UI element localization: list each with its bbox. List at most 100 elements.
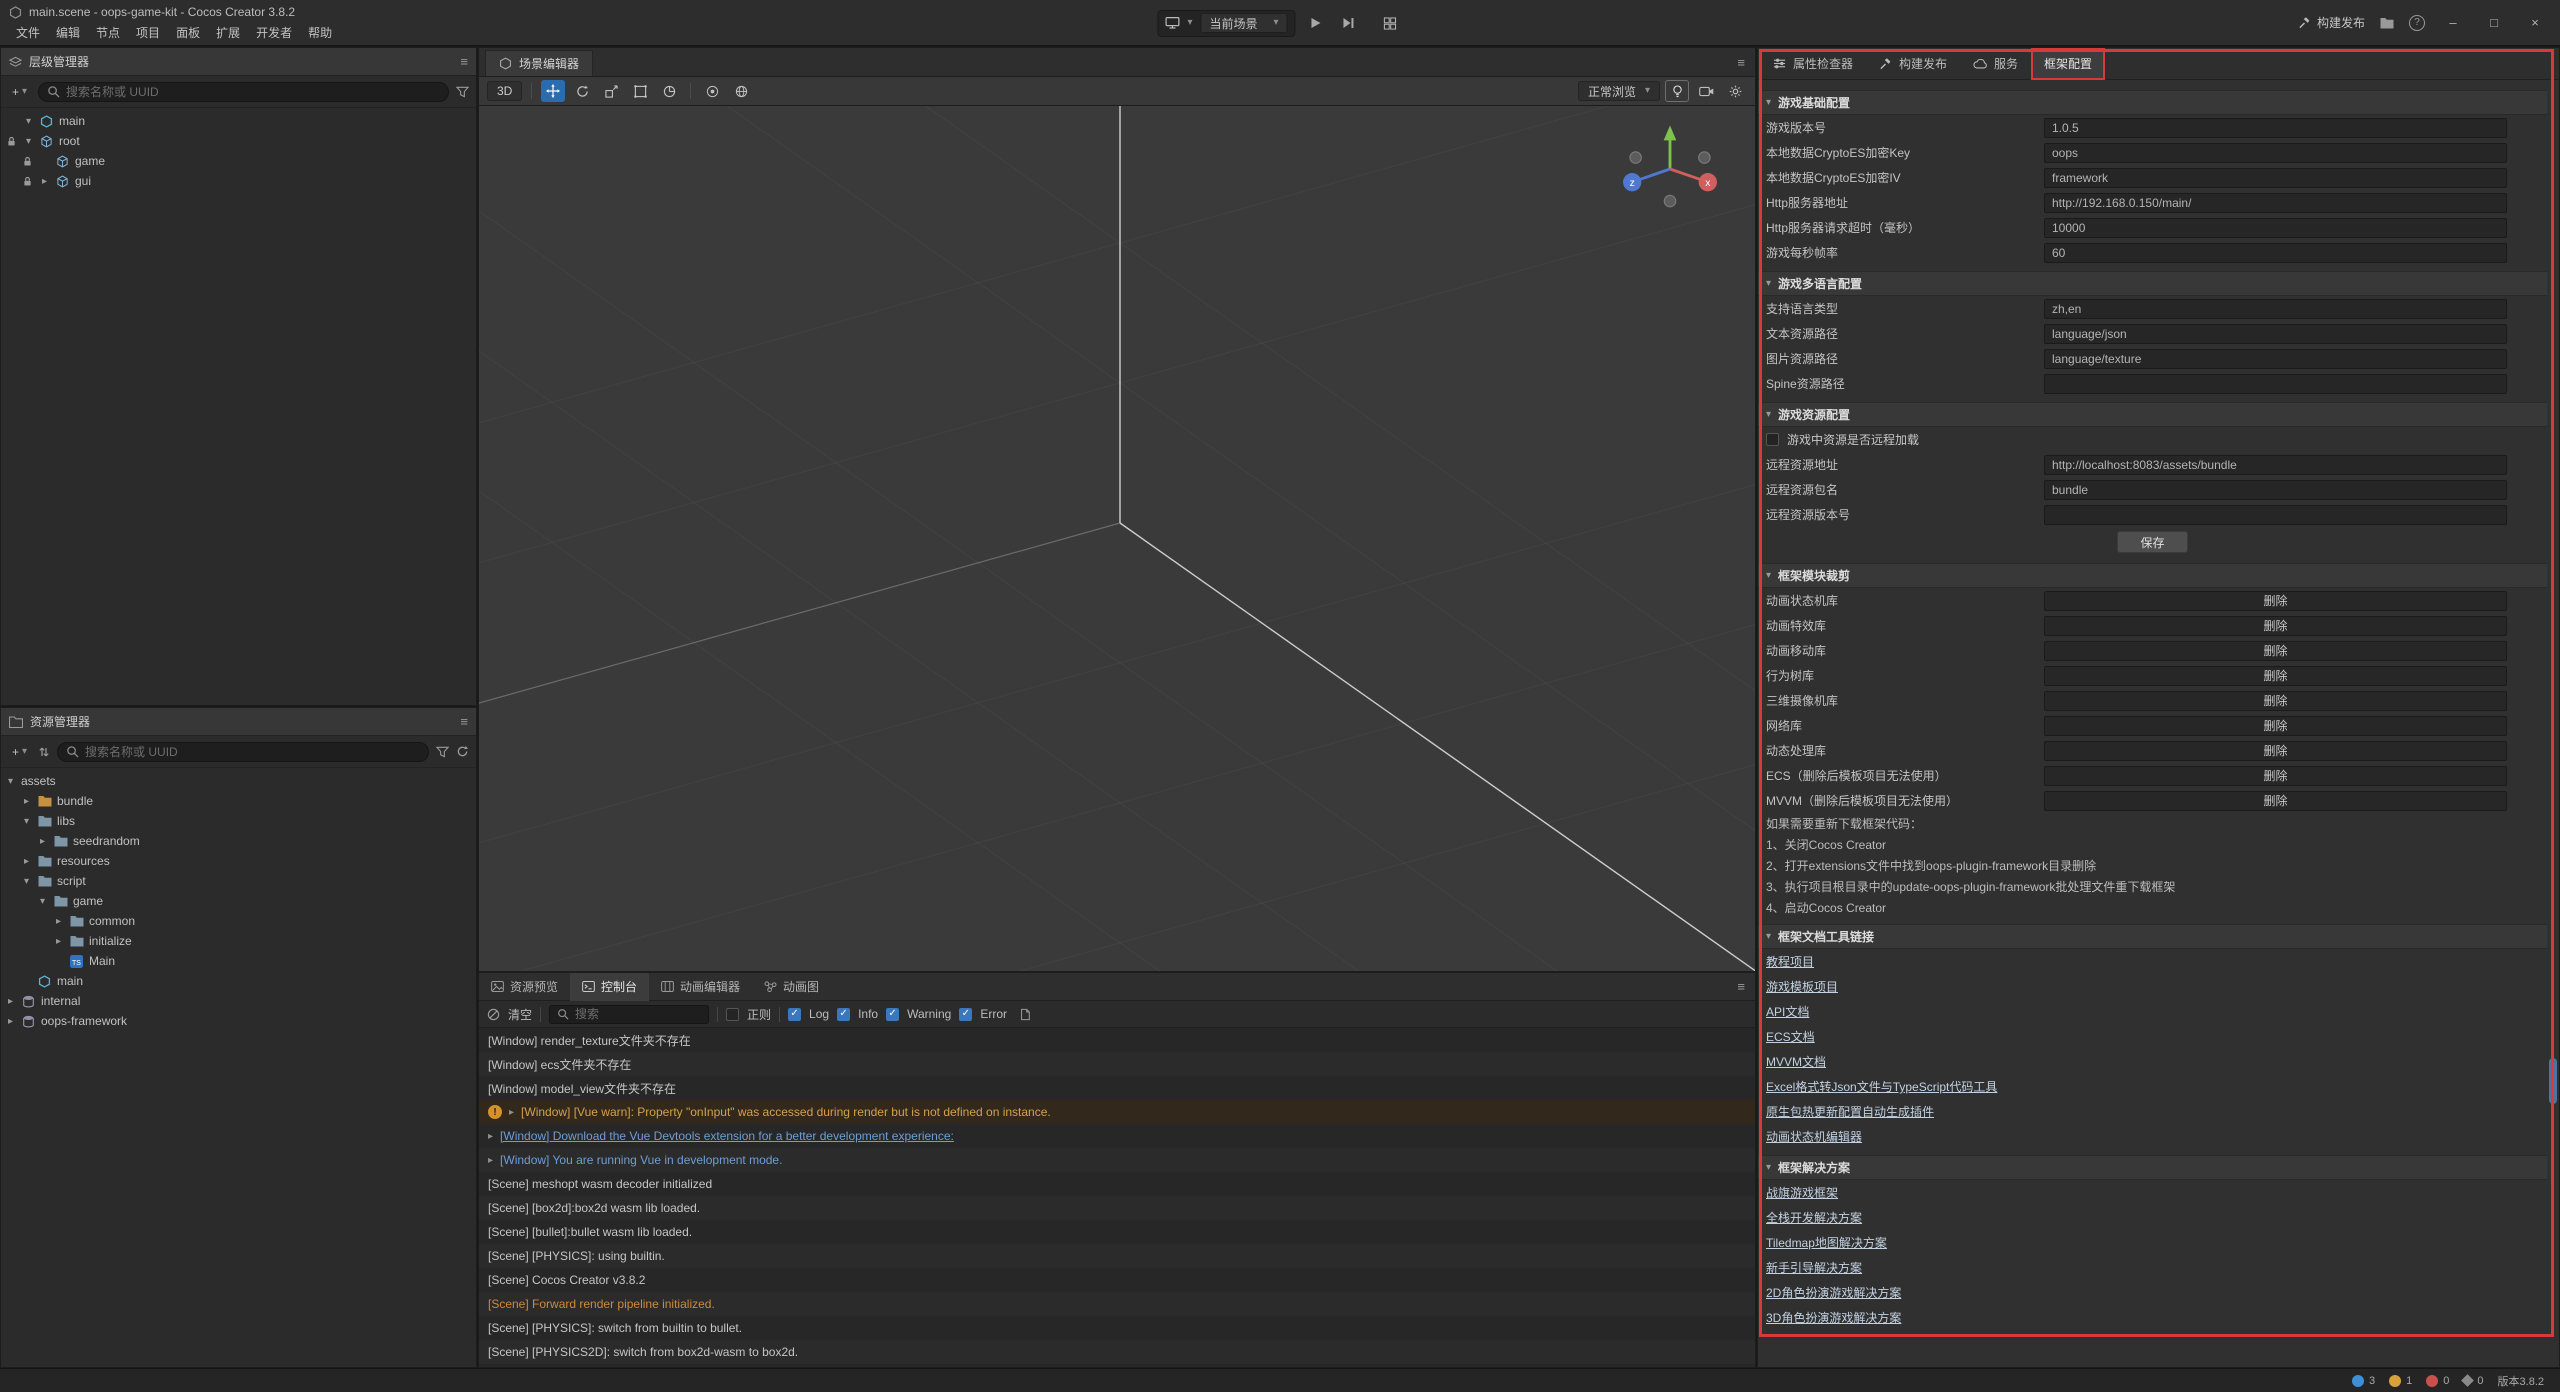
console-search-input[interactable]: [575, 1007, 701, 1021]
scene-viewport[interactable]: x z: [478, 106, 1756, 972]
info-count[interactable]: 3: [2352, 1375, 2375, 1387]
expand-caret-icon[interactable]: ▾: [5, 776, 16, 787]
expand-caret-icon[interactable]: ▸: [5, 996, 16, 1007]
tab-console[interactable]: 控制台: [570, 973, 649, 1001]
section-header[interactable]: ▾游戏基础配置: [1758, 90, 2547, 115]
delete-button[interactable]: 删除: [2044, 691, 2507, 711]
log-row[interactable]: [Scene] meshopt wasm decoder initialized: [479, 1172, 1755, 1196]
doc-link[interactable]: 战旗游戏框架: [1766, 1184, 1838, 1201]
tab-property-inspector[interactable]: 属性检查器: [1760, 48, 1866, 80]
help-icon[interactable]: ?: [2409, 15, 2425, 31]
project-folder-icon[interactable]: [2380, 17, 2394, 29]
hierarchy-search-input[interactable]: [66, 85, 440, 99]
log-row[interactable]: [Scene] Cocos Creator v3.8.2: [479, 1268, 1755, 1292]
camera-settings-button[interactable]: [1694, 80, 1718, 102]
section-header[interactable]: ▾框架文档工具链接: [1758, 924, 2547, 949]
close-button[interactable]: ×: [2522, 15, 2548, 30]
field-input[interactable]: [2044, 193, 2507, 213]
doc-link[interactable]: 原生包热更新配置自动生成插件: [1766, 1103, 1934, 1120]
expand-caret-icon[interactable]: ▸: [509, 1107, 514, 1118]
doc-link[interactable]: 游戏模板项目: [1766, 978, 1838, 995]
tree-node-initialize[interactable]: ▸initialize: [1, 931, 476, 951]
move-tool-button[interactable]: [541, 80, 565, 102]
tree-node-main[interactable]: main: [1, 971, 476, 991]
expand-caret-icon[interactable]: ▾: [23, 116, 34, 127]
log-row[interactable]: [Scene] [box2d]:box2d wasm lib loaded.: [479, 1196, 1755, 1220]
doc-link[interactable]: 教程项目: [1766, 953, 1814, 970]
delete-button[interactable]: 删除: [2044, 741, 2507, 761]
tab-build-publish[interactable]: 构建发布: [1866, 48, 1960, 80]
doc-link[interactable]: 全栈开发解决方案: [1766, 1209, 1862, 1226]
field-input[interactable]: [2044, 168, 2507, 188]
doc-link[interactable]: Tiledmap地图解决方案: [1766, 1234, 1887, 1251]
filter-error-checkbox[interactable]: ✓: [959, 1008, 972, 1021]
field-input[interactable]: [2044, 299, 2507, 319]
field-input[interactable]: [2044, 455, 2507, 475]
tree-node-bundle[interactable]: ▸bundle: [1, 791, 476, 811]
assets-filter-icon[interactable]: [436, 746, 449, 758]
maximize-button[interactable]: □: [2481, 15, 2507, 30]
preview-target-icon[interactable]: [1165, 17, 1179, 29]
tree-node-main[interactable]: ▾main: [1, 111, 476, 131]
menu-panel[interactable]: 面板: [169, 23, 207, 42]
rotate-tool-button[interactable]: [570, 80, 594, 102]
scene-select[interactable]: 当前场景 ▾: [1200, 13, 1287, 33]
warning-count[interactable]: 1: [2389, 1375, 2412, 1387]
layout-grid-icon[interactable]: [1377, 10, 1403, 36]
delete-button[interactable]: 删除: [2044, 641, 2507, 661]
delete-button[interactable]: 删除: [2044, 766, 2507, 786]
delete-button[interactable]: 删除: [2044, 591, 2507, 611]
tree-node-seedrandom[interactable]: ▸seedrandom: [1, 831, 476, 851]
checkbox[interactable]: [1766, 433, 1779, 446]
doc-link[interactable]: API文档: [1766, 1003, 1809, 1020]
expand-caret-icon[interactable]: ▸: [488, 1131, 493, 1142]
tab-animation-graph[interactable]: 动画图: [752, 973, 831, 1001]
log-row[interactable]: [Scene] [bullet]:bullet wasm lib loaded.: [479, 1220, 1755, 1244]
error-count[interactable]: 0: [2426, 1375, 2449, 1387]
save-button[interactable]: 保存: [2117, 531, 2187, 553]
log-row[interactable]: ▸[Window] You are running Vue in develop…: [479, 1148, 1755, 1172]
tab-services[interactable]: 服务: [1960, 48, 2031, 80]
log-row[interactable]: [Scene] [PHYSICS]: using builtin.: [479, 1244, 1755, 1268]
tree-node-root[interactable]: ▾root: [1, 131, 476, 151]
doc-link[interactable]: 2D角色扮演游戏解决方案: [1766, 1284, 1901, 1301]
menu-help[interactable]: 帮助: [301, 23, 339, 42]
field-input[interactable]: [2044, 480, 2507, 500]
doc-link[interactable]: 动画状态机编辑器: [1766, 1128, 1862, 1145]
clear-console-icon[interactable]: [487, 1008, 500, 1021]
tree-node-libs[interactable]: ▾libs: [1, 811, 476, 831]
log-row[interactable]: [Scene] Forward render pipeline initiali…: [479, 1292, 1755, 1316]
expand-caret-icon[interactable]: ▾: [21, 876, 32, 887]
transform-tool-button[interactable]: [657, 80, 681, 102]
orientation-gizmo[interactable]: x z: [1615, 114, 1725, 224]
menu-project[interactable]: 项目: [129, 23, 167, 42]
minimize-button[interactable]: –: [2440, 15, 2466, 30]
tree-node-oops-framework[interactable]: ▸oops-framework: [1, 1011, 476, 1031]
scene-gear-button[interactable]: [1723, 80, 1747, 102]
regex-checkbox[interactable]: [726, 1008, 739, 1021]
doc-link[interactable]: Excel格式转Json文件与TypeScript代码工具: [1766, 1078, 1997, 1095]
tree-node-gui[interactable]: ▸gui: [1, 171, 476, 191]
assert-count[interactable]: 0: [2463, 1375, 2483, 1387]
doc-link[interactable]: ECS文档: [1766, 1028, 1815, 1045]
sort-assets-icon[interactable]: [38, 746, 50, 758]
scale-tool-button[interactable]: [599, 80, 623, 102]
field-input[interactable]: [2044, 374, 2507, 394]
clear-console-button[interactable]: 清空: [508, 1006, 532, 1023]
delete-button[interactable]: 删除: [2044, 716, 2507, 736]
tree-node-assets[interactable]: ▾assets: [1, 771, 476, 791]
console-searchbox[interactable]: [549, 1005, 709, 1024]
coordinate-toggle-button[interactable]: [729, 80, 753, 102]
menu-edit[interactable]: 编辑: [49, 23, 87, 42]
field-input[interactable]: [2044, 118, 2507, 138]
tree-node-resources[interactable]: ▸resources: [1, 851, 476, 871]
delete-button[interactable]: 删除: [2044, 616, 2507, 636]
build-publish-button[interactable]: 构建发布: [2298, 14, 2365, 31]
inspector-scrollbar[interactable]: [2549, 84, 2558, 1333]
section-header[interactable]: ▾游戏多语言配置: [1758, 271, 2547, 296]
add-asset-button[interactable]: +▾: [8, 743, 31, 761]
lighting-toggle-button[interactable]: [1665, 80, 1689, 102]
assets-menu-icon[interactable]: ≡: [460, 714, 468, 729]
tree-node-script[interactable]: ▾script: [1, 871, 476, 891]
expand-caret-icon[interactable]: ▸: [5, 1016, 16, 1027]
